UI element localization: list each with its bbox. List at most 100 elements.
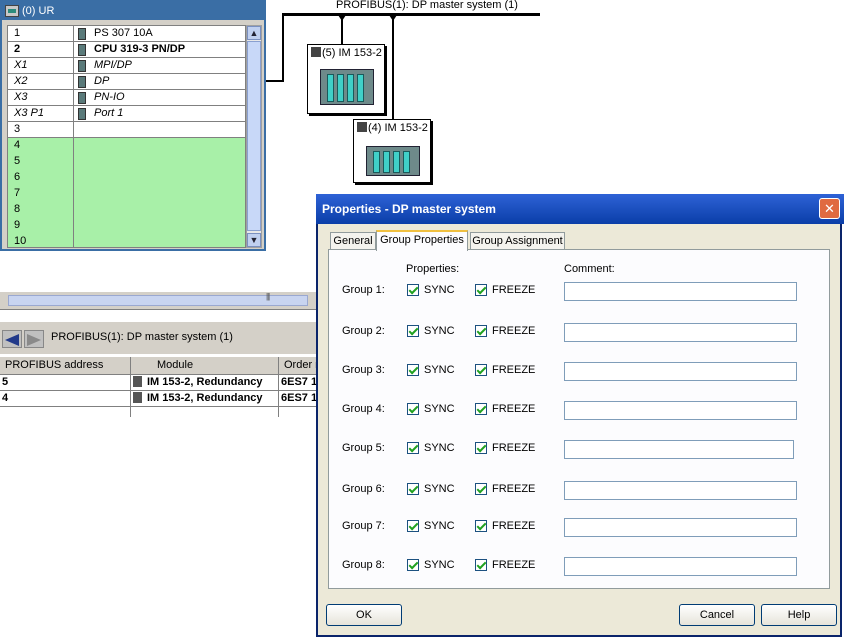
order-cell-text: 6ES7 1 bbox=[281, 376, 318, 388]
comment-field[interactable] bbox=[564, 323, 797, 342]
sync-checkbox[interactable] bbox=[407, 483, 419, 495]
rack-slot-number: 5 bbox=[8, 154, 74, 170]
tab-group-assignment[interactable]: Group Assignment bbox=[470, 232, 565, 250]
rack-slot-row[interactable]: X1 MPI/DP bbox=[8, 58, 245, 74]
rack-titlebar[interactable]: (0) UR bbox=[2, 2, 264, 20]
rack-slot-number: X2 bbox=[8, 74, 74, 90]
rack-slot-number: 9 bbox=[8, 218, 74, 234]
freeze-checkbox[interactable] bbox=[475, 284, 487, 296]
profibus-bus-line[interactable] bbox=[282, 13, 540, 16]
rack-slot-number: X3 P1 bbox=[8, 106, 74, 122]
slave-node-5[interactable]: (5) IM 153-2 bbox=[307, 44, 385, 114]
scroll-up-icon[interactable]: ▲ bbox=[247, 26, 261, 40]
rack-slot-module: MPI/DP bbox=[74, 58, 245, 74]
comment-field[interactable] bbox=[564, 282, 797, 301]
freeze-checkbox[interactable] bbox=[475, 325, 487, 337]
rack-slot-module bbox=[74, 186, 245, 202]
scroll-down-icon[interactable]: ▼ bbox=[247, 233, 261, 247]
module-icon bbox=[133, 392, 142, 403]
rack-slot-row[interactable]: X3 P1 Port 1 bbox=[8, 106, 245, 122]
horizontal-scrollbar[interactable] bbox=[8, 295, 308, 306]
rack-slot-row[interactable]: 3 bbox=[8, 122, 245, 138]
dialog-titlebar[interactable]: Properties - DP master system ✕ bbox=[316, 194, 844, 224]
group-label: Group 4: bbox=[342, 403, 385, 415]
sync-checkbox[interactable] bbox=[407, 284, 419, 296]
detail-table-header: PROFIBUS address Module Order n bbox=[0, 357, 320, 375]
comment-field[interactable] bbox=[564, 440, 794, 459]
rack-slot-module bbox=[74, 218, 245, 234]
arrow-right-icon bbox=[27, 334, 41, 346]
slave-node-4[interactable]: (4) IM 153-2 bbox=[353, 119, 431, 183]
freeze-checkbox[interactable] bbox=[475, 520, 487, 532]
table-row[interactable]: 5 IM 153-2, Redundancy 6ES7 1 bbox=[0, 375, 320, 391]
sync-label: SYNC bbox=[424, 325, 455, 337]
table-row[interactable]: 4 IM 153-2, Redundancy 6ES7 1 bbox=[0, 391, 320, 407]
freeze-label: FREEZE bbox=[492, 442, 536, 454]
rack-slot-row[interactable]: 4 bbox=[8, 138, 245, 154]
tab-general[interactable]: General bbox=[330, 232, 376, 250]
rack-scrollbar[interactable]: ▲ ▼ bbox=[246, 25, 262, 248]
rack-slot-row[interactable]: 10 bbox=[8, 234, 245, 247]
rack-slot-row[interactable]: X3 PN-IO bbox=[8, 90, 245, 106]
forward-button[interactable] bbox=[24, 330, 44, 348]
comment-field[interactable] bbox=[564, 481, 797, 500]
freeze-checkbox[interactable] bbox=[475, 559, 487, 571]
horizontal-splitter[interactable]: ||| bbox=[0, 291, 316, 310]
cancel-button[interactable]: Cancel bbox=[679, 604, 755, 626]
module-name: DP bbox=[94, 75, 110, 87]
rack-slot-row[interactable]: 5 bbox=[8, 154, 245, 170]
rack-slot-module bbox=[74, 234, 245, 247]
column-header-address[interactable]: PROFIBUS address bbox=[0, 357, 131, 375]
freeze-checkbox[interactable] bbox=[475, 364, 487, 376]
module-icon bbox=[78, 108, 86, 120]
rack-slot-module bbox=[74, 154, 245, 170]
freeze-checkbox[interactable] bbox=[475, 442, 487, 454]
comment-field[interactable] bbox=[564, 362, 797, 381]
rack-slot-row[interactable]: 8 bbox=[8, 202, 245, 218]
rack-slot-number: 4 bbox=[8, 138, 74, 154]
sync-label: SYNC bbox=[424, 559, 455, 571]
rack-title: (0) UR bbox=[22, 5, 55, 17]
sync-label: SYNC bbox=[424, 520, 455, 532]
sync-checkbox[interactable] bbox=[407, 559, 419, 571]
station-icon bbox=[357, 122, 367, 132]
rack-slot-row[interactable]: 1 PS 307 10A bbox=[8, 26, 245, 42]
detail-caption: PROFIBUS(1): DP master system (1) bbox=[51, 331, 233, 343]
rack-slot-module: DP bbox=[74, 74, 245, 90]
rack-bus-wire bbox=[282, 13, 284, 81]
scroll-thumb[interactable] bbox=[247, 41, 261, 231]
freeze-label: FREEZE bbox=[492, 325, 536, 337]
help-button[interactable]: Help bbox=[761, 604, 837, 626]
rack-slot-number: X1 bbox=[8, 58, 74, 74]
ok-button[interactable]: OK bbox=[326, 604, 402, 626]
sync-checkbox[interactable] bbox=[407, 403, 419, 415]
rack-slot-number: X3 bbox=[8, 90, 74, 106]
rack-slot-row[interactable]: 6 bbox=[8, 170, 245, 186]
sync-checkbox[interactable] bbox=[407, 442, 419, 454]
sync-checkbox[interactable] bbox=[407, 520, 419, 532]
module-icon bbox=[78, 92, 86, 104]
comment-field[interactable] bbox=[564, 518, 797, 537]
rack-slot-row[interactable]: 9 bbox=[8, 218, 245, 234]
freeze-checkbox[interactable] bbox=[475, 403, 487, 415]
order-cell: 6ES7 1 bbox=[279, 391, 320, 407]
column-header-module[interactable]: Module bbox=[131, 357, 279, 375]
sync-label: SYNC bbox=[424, 403, 455, 415]
sync-label: SYNC bbox=[424, 483, 455, 495]
rack-slot-row[interactable]: 7 bbox=[8, 186, 245, 202]
column-header-order[interactable]: Order n bbox=[279, 357, 320, 375]
sync-checkbox[interactable] bbox=[407, 325, 419, 337]
sync-checkbox[interactable] bbox=[407, 364, 419, 376]
address-cell: 5 bbox=[0, 375, 131, 391]
detail-toolbar: PROFIBUS(1): DP master system (1) bbox=[0, 322, 320, 354]
comment-field[interactable] bbox=[564, 557, 797, 576]
comment-field[interactable] bbox=[564, 401, 797, 420]
close-icon[interactable]: ✕ bbox=[819, 198, 840, 219]
rack-slot-row[interactable]: X2 DP bbox=[8, 74, 245, 90]
rack-slot-number: 8 bbox=[8, 202, 74, 218]
rack-slot-row[interactable]: 2 CPU 319-3 PN/DP bbox=[8, 42, 245, 58]
freeze-checkbox[interactable] bbox=[475, 483, 487, 495]
slave-label: (4) IM 153-2 bbox=[368, 122, 428, 134]
tab-group-properties[interactable]: Group Properties bbox=[376, 230, 468, 251]
back-button[interactable] bbox=[2, 330, 22, 348]
